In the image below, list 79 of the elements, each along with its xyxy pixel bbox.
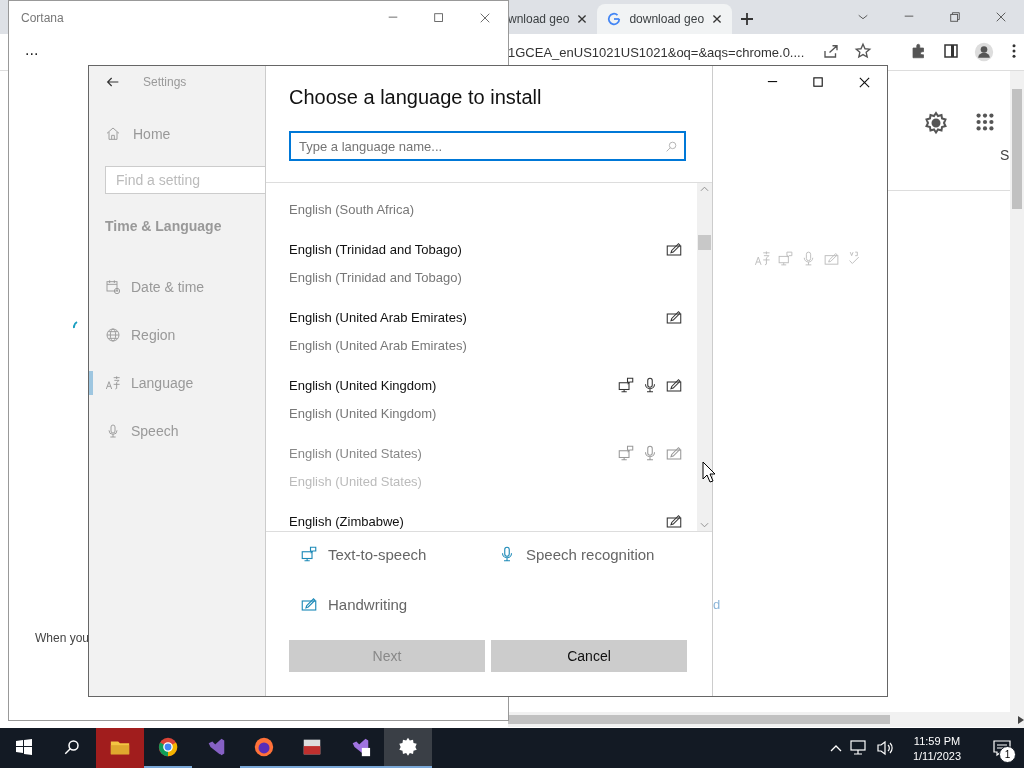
globe-icon (105, 327, 121, 343)
calendar-icon (105, 279, 121, 295)
scrollbar[interactable] (1010, 71, 1024, 728)
language-name[interactable]: English (Zimbabwe) (289, 513, 404, 529)
new-tab-icon[interactable] (740, 12, 755, 26)
monitor-bubble-icon (617, 376, 635, 394)
scrollbar[interactable] (508, 712, 1024, 727)
clock[interactable]: 11:59 PM 1/11/2023 (902, 734, 972, 762)
monitor-bubble-icon (777, 250, 794, 267)
notification-icon[interactable] (993, 739, 1011, 757)
microphone-icon (105, 423, 121, 439)
native-name: English (Trinidad and Tobago) (289, 268, 463, 287)
maximize-icon[interactable] (433, 12, 445, 24)
language-name[interactable]: English (Trinidad and Tobago) (289, 241, 462, 257)
settings-icon[interactable] (924, 111, 948, 135)
legend-label: Handwriting (328, 595, 408, 613)
dialog-title: Choose a language to install (288, 85, 543, 110)
language-name[interactable]: English (United Kingdom) (289, 377, 437, 393)
body-text: d (713, 596, 722, 612)
network-icon[interactable] (850, 740, 868, 756)
native-name: English (United States) (289, 472, 423, 491)
profile-icon[interactable] (974, 42, 994, 62)
search-icon[interactable] (63, 738, 81, 756)
browser-tab[interactable]: wnload geo (508, 4, 598, 34)
chevron-up-icon[interactable] (830, 744, 842, 752)
star-icon[interactable] (854, 42, 872, 60)
close-icon[interactable] (712, 14, 723, 24)
browser-tab[interactable]: download geo (597, 4, 733, 34)
body-text: When you (35, 631, 90, 645)
maximize-icon[interactable] (811, 75, 825, 89)
google-icon (607, 12, 622, 26)
windows-logo-icon[interactable] (16, 739, 32, 755)
tab-title: wnload geo (508, 12, 570, 26)
cancel-button[interactable]: Cancel (491, 640, 687, 672)
apps-grid-icon[interactable] (974, 111, 996, 133)
side-panel-icon[interactable] (942, 42, 960, 60)
pen-icon (823, 250, 840, 267)
notification-badge: 1 (999, 746, 1016, 763)
clock-time: 11:59 PM (913, 734, 961, 747)
legend-label: Speech recognition (526, 545, 655, 563)
monitor-bubble-icon (300, 545, 318, 563)
section-heading: Time & Language (104, 218, 223, 236)
scrollbar[interactable] (697, 183, 712, 531)
url-text[interactable]: 1GCEA_enUS1021US1021&oq=&aqs=chrome.0.... (508, 44, 818, 60)
home-icon (105, 126, 121, 142)
chrome-icon (157, 736, 179, 758)
pen-icon (665, 308, 683, 326)
search-icon (665, 140, 678, 153)
right-arrow-icon[interactable] (1018, 715, 1024, 724)
settings-icon (397, 736, 419, 758)
pen-icon (665, 240, 683, 258)
pen-icon (665, 512, 683, 530)
monitor-bubble-icon (617, 444, 635, 462)
spinner-icon (73, 321, 78, 329)
language-name[interactable]: English (United Arab Emirates) (289, 309, 467, 325)
window-title: Cortana (21, 11, 64, 25)
legend-label: Text-to-speech (328, 545, 427, 563)
native-name: English (South Africa) (289, 200, 415, 219)
pen-icon (665, 444, 683, 462)
scrollbar-thumb[interactable] (508, 715, 890, 724)
scrollbar-thumb[interactable] (698, 234, 711, 250)
pen-icon (665, 376, 683, 394)
restore-icon[interactable] (949, 11, 961, 23)
volume-icon[interactable] (876, 740, 894, 756)
language-icon (105, 375, 121, 391)
close-icon[interactable] (857, 75, 871, 89)
tab-title: download geo (629, 12, 705, 26)
share-icon[interactable] (822, 42, 840, 60)
native-name: English (United Arab Emirates) (289, 336, 468, 355)
search-field[interactable]: Type a language name... (289, 131, 686, 161)
taskbar-button[interactable] (384, 728, 432, 768)
window-title: Settings (143, 75, 187, 89)
scrollbar-thumb[interactable] (1012, 89, 1022, 209)
clock-date: 1/11/2023 (912, 749, 962, 762)
close-icon[interactable] (577, 14, 588, 24)
native-name: English (United Kingdom) (289, 404, 438, 423)
pen-icon (300, 595, 318, 613)
firefox-icon (253, 736, 275, 758)
language-icon (754, 250, 771, 267)
